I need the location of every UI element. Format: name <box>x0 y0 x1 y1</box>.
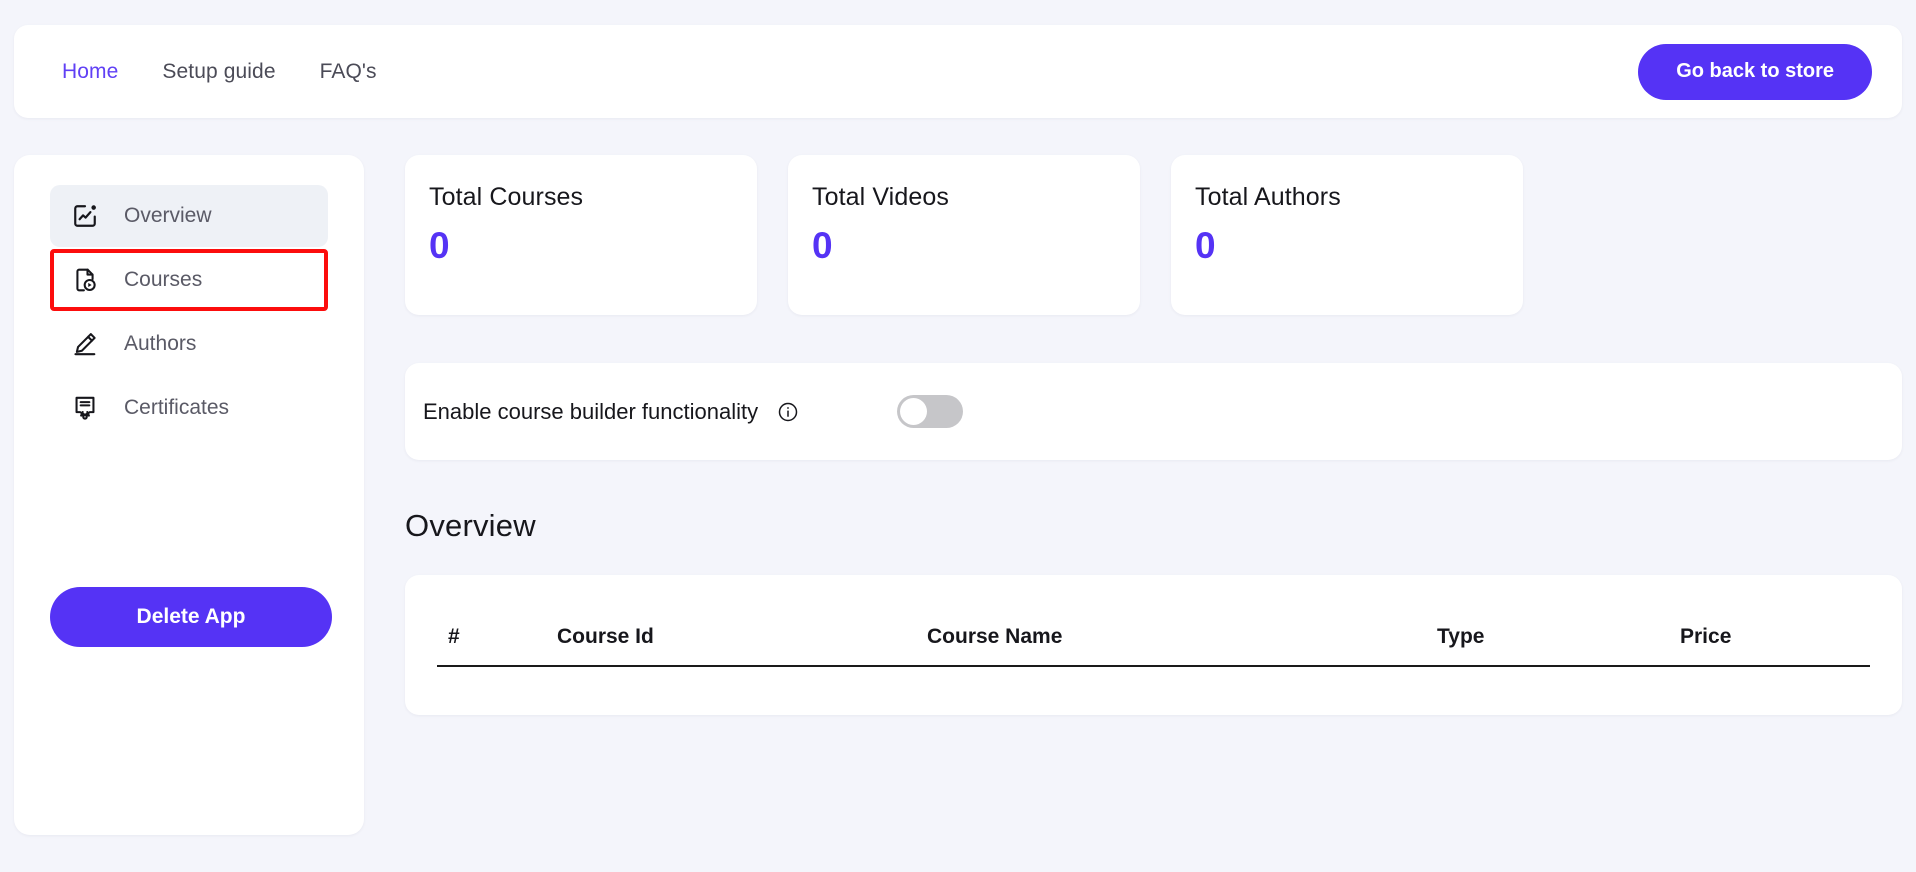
stat-card-total-videos: Total Videos 0 <box>788 155 1140 315</box>
stat-card-total-courses-title: Total Courses <box>429 183 584 211</box>
table-header-number: # <box>437 575 557 667</box>
chart-square-icon <box>72 203 98 229</box>
sidebar-item-overview[interactable]: Overview <box>50 185 328 247</box>
nav-link-setup-guide[interactable]: Setup guide <box>162 60 275 84</box>
info-circle-icon[interactable] <box>758 402 798 422</box>
nav-link-faqs[interactable]: FAQ's <box>320 60 377 84</box>
stat-card-total-authors-title: Total Authors <box>1195 183 1341 211</box>
table-header-course-id: Course Id <box>557 575 927 667</box>
overview-section-heading: Overview <box>405 508 536 543</box>
table-header-course-name: Course Name <box>927 575 1437 667</box>
sidebar-item-certificates[interactable]: Certificates <box>50 377 328 439</box>
delete-app-button[interactable]: Delete App <box>50 587 332 647</box>
stat-card-total-authors: Total Authors 0 <box>1171 155 1523 315</box>
course-builder-toggle[interactable] <box>897 395 964 428</box>
stat-card-total-courses: Total Courses 0 <box>405 155 757 315</box>
stat-card-total-videos-value: 0 <box>812 225 833 266</box>
table-header-row: # Course Id Course Name Type Price <box>437 575 1870 667</box>
go-back-to-store-button[interactable]: Go back to store <box>1638 43 1872 100</box>
top-navigation-bar: Home Setup guide FAQ's Go back to store <box>14 25 1902 118</box>
sidebar-item-courses[interactable]: Courses <box>50 249 328 311</box>
courses-table: # Course Id Course Name Type Price <box>437 575 1870 667</box>
delete-app-wrapper: Delete App <box>14 587 364 647</box>
certificate-icon <box>72 395 98 421</box>
pencil-icon <box>72 331 98 357</box>
sidebar-item-certificates-label: Certificates <box>124 396 230 419</box>
courses-table-card: # Course Id Course Name Type Price <box>405 575 1902 715</box>
sidebar-item-overview-label: Overview <box>124 204 212 227</box>
stat-card-row: Total Courses 0 Total Videos 0 Total Aut… <box>405 155 1523 315</box>
sidebar-item-courses-label: Courses <box>124 268 203 291</box>
stat-card-total-videos-title: Total Videos <box>812 183 949 211</box>
nav-link-home[interactable]: Home <box>62 60 118 84</box>
stat-card-total-courses-value: 0 <box>429 225 450 266</box>
nav-links: Home Setup guide FAQ's <box>62 60 377 84</box>
sidebar: Overview Courses Authors Certificates De… <box>14 155 364 835</box>
toggle-knob <box>900 398 928 425</box>
course-builder-card: Enable course builder functionality <box>405 363 1902 460</box>
course-video-file-icon <box>72 267 98 293</box>
sidebar-item-list: Overview Courses Authors Certificates <box>14 185 364 439</box>
table-header-price: Price <box>1680 575 1870 667</box>
courses-table-header: # Course Id Course Name Type Price <box>437 575 1870 667</box>
sidebar-item-authors[interactable]: Authors <box>50 313 328 375</box>
course-builder-label: Enable course builder functionality <box>423 398 759 424</box>
sidebar-item-authors-label: Authors <box>124 332 197 355</box>
table-header-type: Type <box>1437 575 1680 667</box>
stat-card-total-authors-value: 0 <box>1195 225 1216 266</box>
